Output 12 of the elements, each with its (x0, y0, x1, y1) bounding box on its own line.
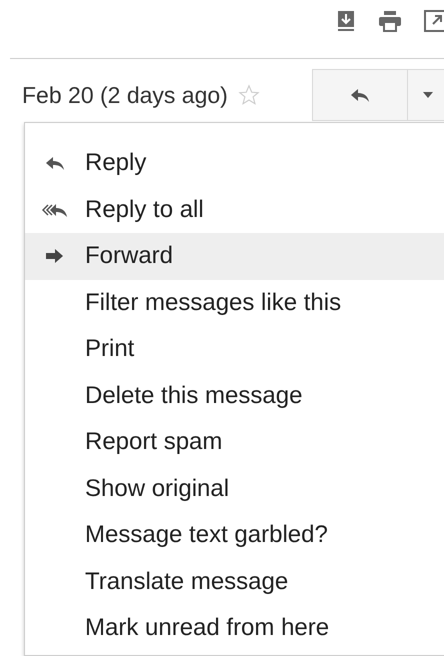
forward-arrow-icon (45, 249, 65, 264)
message-date: Feb 20 (2 days ago) (22, 80, 228, 110)
menu-item[interactable]: Forward (25, 233, 444, 280)
popout-icon[interactable] (424, 10, 444, 32)
print-icon[interactable] (378, 10, 402, 32)
reply-arrow-icon (350, 87, 370, 103)
reply-all-icon (42, 202, 68, 218)
star-icon[interactable] (238, 84, 260, 106)
menu-item[interactable]: Filter messages like this (25, 280, 444, 326)
reply-arrow-icon (45, 155, 65, 172)
caret-icon (422, 92, 432, 98)
download-icon[interactable] (336, 10, 356, 32)
